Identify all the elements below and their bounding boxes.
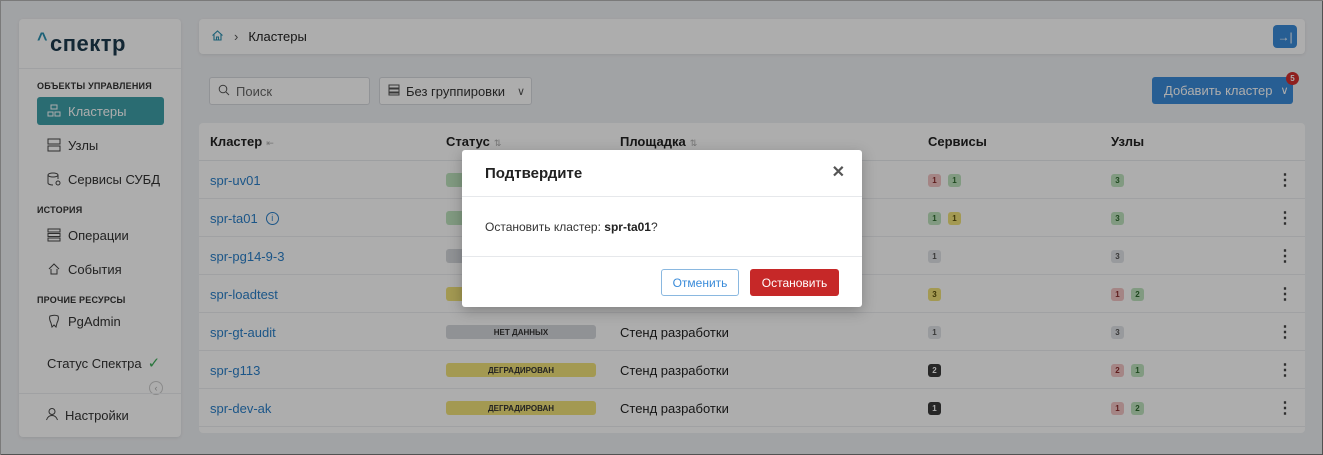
dialog-message-suffix: ? — [650, 219, 658, 234]
dialog-footer: Отменить Остановить — [462, 257, 862, 307]
cancel-button[interactable]: Отменить — [661, 269, 739, 296]
stop-cluster-button[interactable]: Остановить — [750, 269, 839, 296]
dialog-body: Остановить кластер: spr-ta01? — [462, 197, 862, 257]
confirm-dialog: Подтвердите ✕ Остановить кластер: spr-ta… — [462, 150, 862, 307]
dialog-header: Подтвердите ✕ — [462, 150, 862, 197]
dialog-title: Подтвердите — [485, 164, 583, 182]
dialog-message: Остановить кластер: spr-ta01? — [485, 220, 658, 234]
dialog-message-prefix: Остановить кластер: — [485, 219, 605, 234]
close-icon[interactable]: ✕ — [832, 165, 845, 181]
dialog-cluster-name: spr-ta01 — [604, 219, 651, 234]
